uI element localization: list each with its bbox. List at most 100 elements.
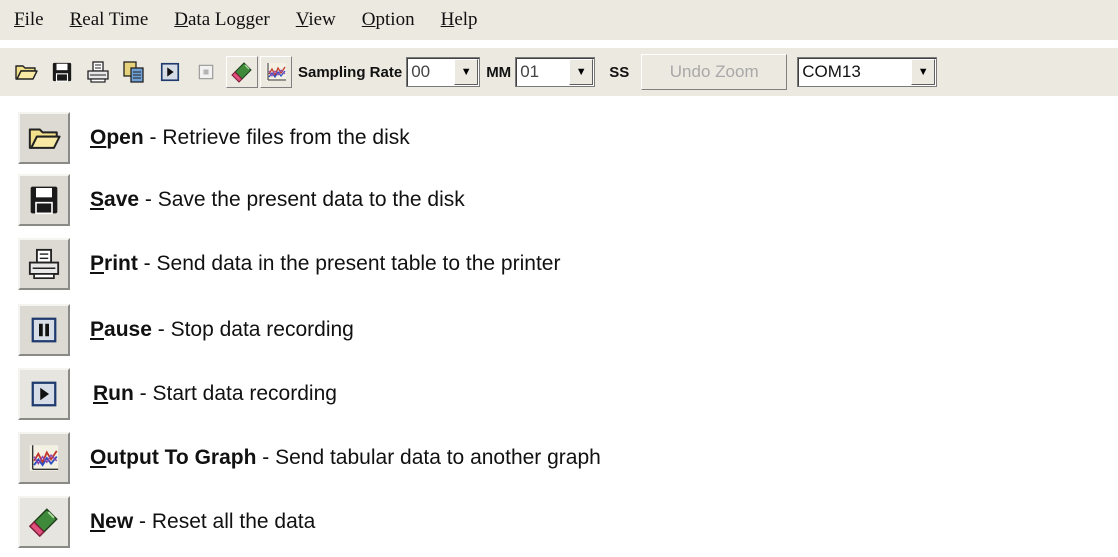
menu-mnemonic: V bbox=[295, 9, 309, 30]
legend-name-rest: utput To Graph bbox=[106, 446, 257, 469]
legend-name: Save bbox=[90, 188, 139, 211]
menu-file[interactable]: File bbox=[0, 9, 57, 31]
legend-item-pause: Pause - Stop data recording bbox=[18, 302, 354, 358]
mm-label: MM bbox=[486, 63, 512, 81]
legend-mnemonic: P bbox=[90, 318, 105, 341]
menu-mnemonic: D bbox=[174, 9, 188, 30]
graph-icon bbox=[27, 441, 61, 475]
legend-description: Send tabular data to another graph bbox=[275, 446, 601, 469]
new-button[interactable] bbox=[226, 56, 258, 88]
legend-name-rest: pen bbox=[106, 126, 144, 149]
chevron-down-icon[interactable]: ▼ bbox=[569, 59, 594, 85]
menu-real-time[interactable]: Real Time bbox=[57, 9, 162, 31]
legend-text: Output To Graph - Send tabular data to a… bbox=[90, 446, 601, 470]
legend-text: Open - Retrieve files from the disk bbox=[90, 126, 410, 150]
hours-value: 00 bbox=[411, 62, 431, 81]
legend-name: Pause bbox=[90, 318, 152, 341]
legend-name: New bbox=[90, 510, 133, 533]
menu-view[interactable]: View bbox=[283, 9, 349, 31]
menu-label: ile bbox=[24, 9, 44, 30]
legend-name: Open bbox=[90, 126, 144, 149]
eraser-icon bbox=[27, 505, 61, 539]
legend-mnemonic: S bbox=[90, 188, 105, 211]
chevron-down-icon[interactable]: ▼ bbox=[911, 59, 936, 85]
legend-separator: - bbox=[133, 510, 152, 533]
pause-icon bbox=[29, 315, 59, 345]
save-button-sample bbox=[18, 174, 70, 226]
legend-separator: - bbox=[256, 446, 276, 469]
legend-description: Start data recording bbox=[152, 382, 337, 405]
legend-mnemonic: O bbox=[90, 126, 107, 149]
run-button[interactable] bbox=[154, 56, 186, 88]
legend-name: Print bbox=[90, 252, 138, 275]
print-button-sample bbox=[18, 238, 70, 290]
legend-separator: - bbox=[139, 188, 158, 211]
legend-separator: - bbox=[143, 126, 163, 149]
legend-item-print: Print - Send data in the present table t… bbox=[18, 236, 560, 292]
legend-mnemonic: O bbox=[90, 446, 107, 469]
menu-label: ption bbox=[375, 9, 415, 30]
output-to-graph-button[interactable] bbox=[260, 56, 292, 88]
legend-item-new: New - Reset all the data bbox=[18, 494, 315, 550]
menu-label: iew bbox=[308, 9, 336, 30]
menu-label: ata Logger bbox=[187, 9, 270, 30]
ss-label: SS bbox=[609, 63, 630, 81]
legend-description: Stop data recording bbox=[170, 318, 354, 341]
printer-icon bbox=[27, 247, 61, 281]
legend-item-output-to-graph: Output To Graph - Send tabular data to a… bbox=[18, 430, 601, 486]
print-button[interactable] bbox=[82, 56, 114, 88]
output-to-graph-button-sample bbox=[18, 432, 70, 484]
open-button-sample bbox=[18, 112, 70, 164]
legend-name-rest: ave bbox=[104, 188, 140, 211]
graph-icon bbox=[264, 60, 288, 84]
open-folder-icon bbox=[14, 60, 38, 84]
toolbar: Sampling Rate 00 ▼ MM 01 ▼ SS Undo Zoom … bbox=[0, 48, 1118, 96]
legend-separator: - bbox=[133, 382, 153, 405]
menu-mnemonic: R bbox=[69, 9, 83, 30]
run-button-sample bbox=[18, 368, 70, 420]
legend-text: Save - Save the present data to the disk bbox=[90, 188, 465, 212]
menu-bar: File Real Time Data Logger View Option H… bbox=[0, 0, 1118, 40]
menu-option[interactable]: Option bbox=[349, 9, 428, 31]
new-button-sample bbox=[18, 496, 70, 548]
legend-mnemonic: N bbox=[90, 510, 106, 533]
menu-mnemonic: F bbox=[14, 9, 25, 30]
menu-help[interactable]: Help bbox=[428, 9, 491, 31]
play-icon bbox=[159, 61, 181, 83]
legend-description: Save the present data to the disk bbox=[157, 188, 465, 211]
legend-name-rest: rint bbox=[104, 252, 138, 275]
floppy-disk-icon bbox=[28, 184, 60, 216]
legend-name: Run bbox=[93, 382, 134, 405]
minutes-select[interactable]: 01 ▼ bbox=[515, 57, 596, 87]
legend-text: Pause - Stop data recording bbox=[90, 318, 354, 342]
save-button[interactable] bbox=[46, 56, 78, 88]
legend-separator: - bbox=[151, 318, 171, 341]
copy-button[interactable] bbox=[118, 56, 150, 88]
com-port-select[interactable]: COM13 ▼ bbox=[797, 57, 938, 87]
stop-button[interactable] bbox=[190, 56, 222, 88]
copy-icon bbox=[122, 60, 146, 84]
legend-text: Run - Start data recording bbox=[93, 382, 337, 406]
printer-icon bbox=[86, 60, 110, 84]
chevron-down-icon[interactable]: ▼ bbox=[454, 59, 479, 85]
legend-description: Retrieve files from the disk bbox=[162, 126, 410, 149]
legend-separator: - bbox=[137, 252, 157, 275]
sampling-rate-label: Sampling Rate bbox=[298, 63, 403, 81]
com-port-value: COM13 bbox=[802, 62, 861, 81]
legend-name: Output To Graph bbox=[90, 446, 256, 469]
floppy-disk-icon bbox=[51, 61, 73, 83]
legend-name-rest: ew bbox=[105, 510, 134, 533]
legend-item-run: Run - Start data recording bbox=[18, 366, 337, 422]
legend-name-rest: un bbox=[108, 382, 134, 405]
menu-mnemonic: H bbox=[440, 9, 455, 30]
open-folder-icon bbox=[27, 121, 61, 155]
play-icon bbox=[29, 379, 59, 409]
legend-description: Reset all the data bbox=[151, 510, 316, 533]
hours-select[interactable]: 00 ▼ bbox=[406, 57, 481, 87]
legend-text: New - Reset all the data bbox=[90, 510, 315, 534]
undo-zoom-button[interactable]: Undo Zoom bbox=[641, 54, 788, 90]
pause-button-sample bbox=[18, 304, 70, 356]
eraser-icon bbox=[230, 60, 254, 84]
menu-data-logger[interactable]: Data Logger bbox=[161, 9, 283, 31]
open-button[interactable] bbox=[10, 56, 42, 88]
